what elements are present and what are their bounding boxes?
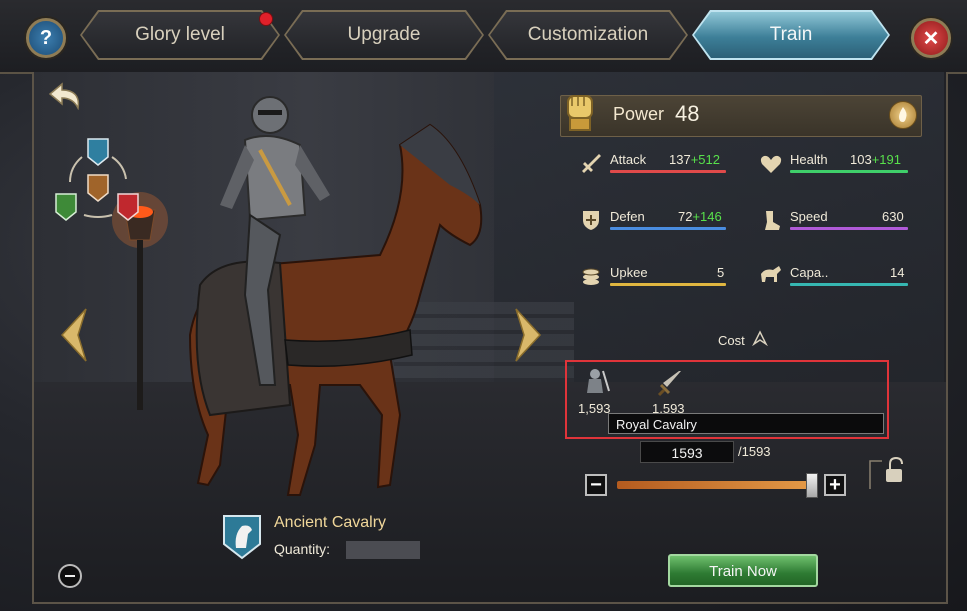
cavalry-type-badge-icon bbox=[223, 515, 261, 560]
train-now-button[interactable]: Train Now bbox=[668, 554, 818, 587]
knight-icon bbox=[587, 369, 610, 393]
flame-icon bbox=[899, 107, 907, 122]
defense-label: Defen bbox=[610, 209, 645, 224]
upkeep-label: Upkee bbox=[610, 265, 648, 280]
item-tooltip: Royal Cavalry bbox=[608, 413, 884, 434]
fist-icon bbox=[567, 95, 593, 131]
cost-amount-1: 1,593 bbox=[578, 401, 611, 416]
tab-upgrade[interactable]: Upgrade bbox=[284, 10, 484, 60]
help-button[interactable]: ? bbox=[26, 18, 66, 58]
unit-name: Ancient Cavalry bbox=[274, 514, 387, 531]
sword-icon bbox=[657, 371, 681, 397]
health-bonus: +191 bbox=[871, 152, 901, 167]
plus-icon: + bbox=[829, 474, 841, 496]
power-value: 48 bbox=[675, 101, 700, 126]
quantity-slider[interactable] bbox=[617, 481, 812, 489]
tab-label: Glory level bbox=[135, 24, 225, 45]
quantity-input[interactable]: 1593 bbox=[640, 441, 734, 463]
quantity-max: /1593 bbox=[738, 444, 771, 459]
minus-icon: − bbox=[590, 474, 602, 496]
cavalry-unit-illustration bbox=[188, 96, 483, 496]
counter-cycle-diagram bbox=[55, 138, 139, 221]
speed-label: Speed bbox=[790, 209, 828, 224]
capacity-label: Capa.. bbox=[790, 265, 829, 280]
capacity-value: 14 bbox=[890, 265, 905, 280]
defense-icon bbox=[583, 211, 599, 230]
speed-icon bbox=[765, 211, 780, 230]
game-screen: ? Glory level Upgrade Customization Trai… bbox=[0, 0, 967, 611]
attack-bonus: +512 bbox=[690, 152, 720, 167]
cost-label: Cost bbox=[718, 333, 745, 348]
defense-value: 72+146 bbox=[678, 209, 722, 224]
attack-bar bbox=[610, 170, 726, 173]
power-info-button[interactable] bbox=[889, 101, 917, 129]
attack-value: 137+512 bbox=[669, 152, 720, 167]
upkeep-value: 5 bbox=[717, 265, 725, 280]
back-arrow-icon[interactable] bbox=[46, 82, 82, 110]
cost-info-icon[interactable] bbox=[752, 330, 768, 346]
help-icon: ? bbox=[39, 26, 53, 49]
tab-customization[interactable]: Customization bbox=[488, 10, 688, 60]
tab-train[interactable]: Train bbox=[692, 10, 890, 60]
upkeep-bar bbox=[610, 283, 726, 286]
capacity-bar bbox=[790, 283, 908, 286]
speed-value: 630 bbox=[882, 209, 904, 224]
defense-base: 72 bbox=[678, 209, 693, 224]
health-base: 103 bbox=[850, 152, 872, 167]
health-label: Health bbox=[790, 152, 828, 167]
defense-bonus: +146 bbox=[692, 209, 722, 224]
lock-icon[interactable] bbox=[868, 455, 908, 491]
previous-unit-arrow-icon[interactable] bbox=[58, 307, 88, 363]
increase-button[interactable]: + bbox=[824, 474, 846, 496]
minus-icon bbox=[65, 575, 75, 577]
attack-icon bbox=[582, 154, 601, 173]
notification-dot bbox=[259, 12, 273, 26]
tab-label: Train bbox=[769, 24, 813, 45]
unit-quantity-label: Quantity: bbox=[274, 541, 331, 557]
decrease-button[interactable]: − bbox=[585, 474, 607, 496]
defense-bar bbox=[610, 227, 726, 230]
tab-glory-level[interactable]: Glory level bbox=[80, 10, 280, 60]
capacity-icon bbox=[761, 266, 781, 282]
unit-quantity-redacted bbox=[346, 541, 420, 559]
health-bar bbox=[790, 170, 908, 173]
close-icon: ✕ bbox=[922, 27, 940, 50]
slider-handle[interactable] bbox=[806, 473, 818, 498]
next-unit-arrow-icon[interactable] bbox=[514, 307, 544, 363]
tab-label: Upgrade bbox=[347, 24, 421, 45]
health-icon bbox=[760, 155, 782, 173]
zoom-out-button[interactable] bbox=[58, 564, 82, 588]
power-label: Power bbox=[613, 104, 665, 124]
close-button[interactable]: ✕ bbox=[911, 18, 951, 58]
attack-label: Attack bbox=[610, 152, 647, 167]
tab-label: Customization bbox=[527, 24, 649, 45]
upkeep-icon bbox=[582, 268, 600, 285]
attack-base: 137 bbox=[669, 152, 691, 167]
speed-bar bbox=[790, 227, 908, 230]
health-value: 103+191 bbox=[850, 152, 901, 167]
